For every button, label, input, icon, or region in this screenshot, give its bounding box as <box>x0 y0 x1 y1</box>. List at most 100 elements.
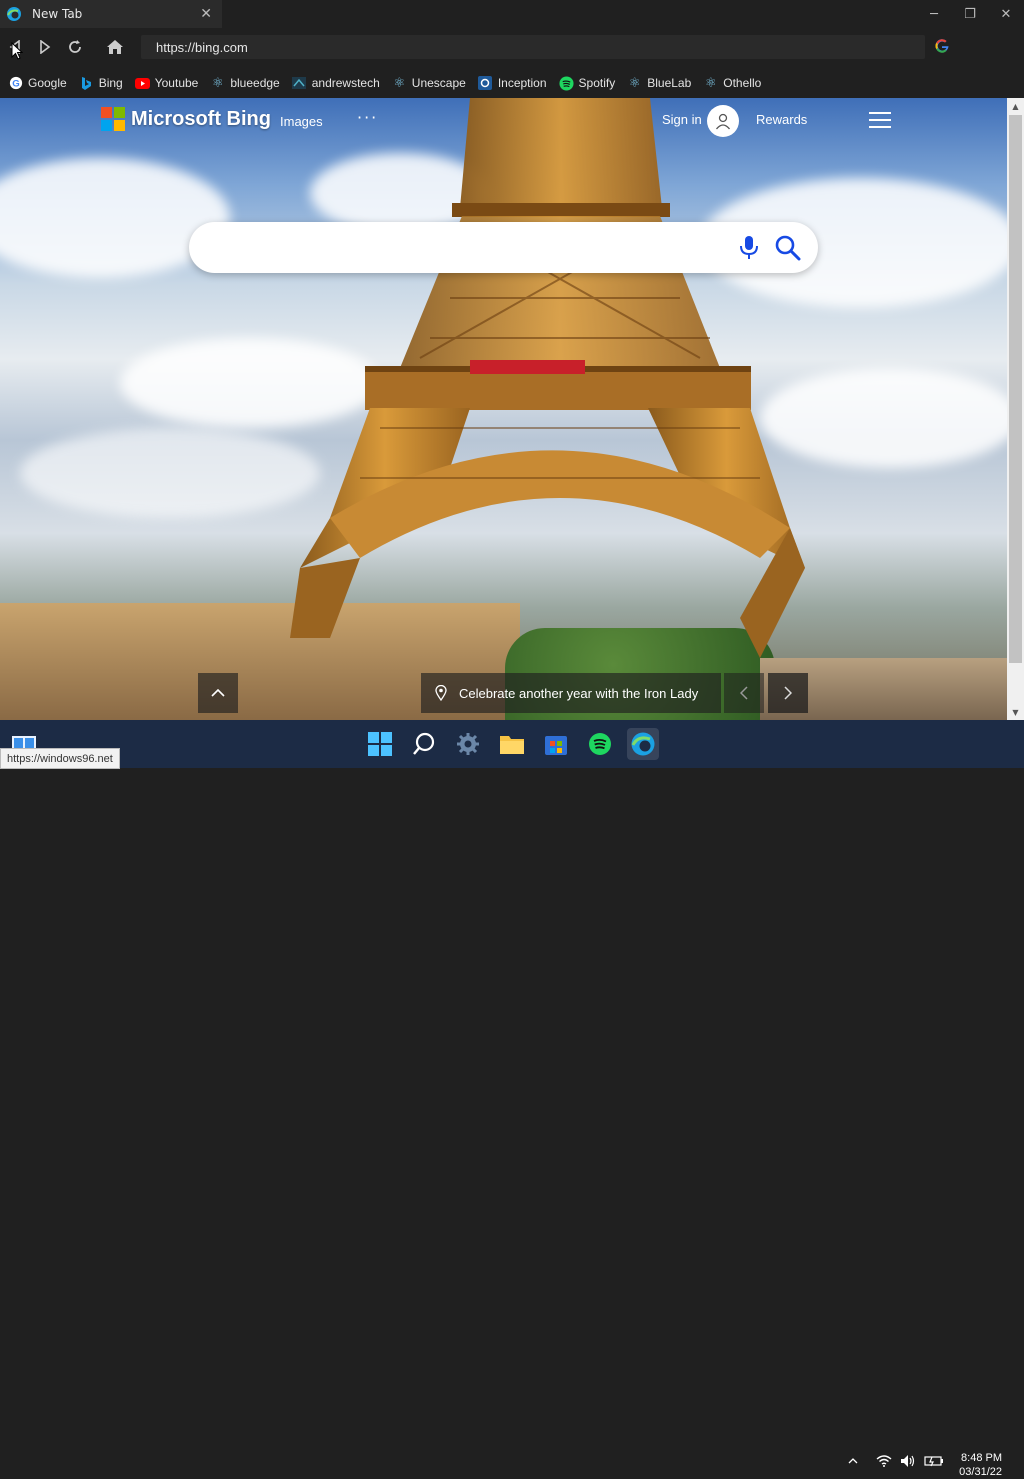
title-bar: New Tab ✕ ─ ❐ ✕ <box>0 0 1024 28</box>
bookmark-unescape[interactable]: ⚛ Unescape <box>392 75 466 91</box>
hamburger-line <box>869 112 891 114</box>
rewards-link[interactable]: Rewards <box>756 112 807 127</box>
scroll-up-button[interactable] <box>198 673 238 713</box>
caption-text: Celebrate another year with the Iron Lad… <box>459 685 699 701</box>
system-clock[interactable]: 8:48 PM 03/31/22 <box>958 1451 1002 1479</box>
react-icon: ⚛ <box>704 75 717 90</box>
image-caption[interactable]: Celebrate another year with the Iron Lad… <box>421 673 721 713</box>
bookmark-youtube[interactable]: Youtube <box>134 76 198 91</box>
bing-icon <box>79 76 94 91</box>
settings-taskbar-button[interactable] <box>452 728 484 760</box>
tab-new-tab[interactable]: New Tab ✕ <box>0 0 222 28</box>
microsoft-logo-icon <box>101 107 125 131</box>
edge-icon <box>7 7 21 21</box>
folder-icon <box>500 736 524 754</box>
bookmark-label: blueedge <box>230 76 280 90</box>
bookmark-label: Unescape <box>411 76 466 90</box>
hamburger-line <box>869 119 891 121</box>
google-icon: G <box>8 76 23 91</box>
home-button[interactable] <box>104 36 126 58</box>
close-window-button[interactable]: ✕ <box>988 0 1024 28</box>
hamburger-line <box>869 126 891 128</box>
bookmark-label: Google <box>28 76 67 90</box>
bookmark-andrewstech[interactable]: andrewstech <box>292 76 380 91</box>
store-icon <box>545 736 567 755</box>
bookmark-bluelab[interactable]: ⚛ BlueLab <box>627 75 692 91</box>
start-button[interactable] <box>364 728 396 760</box>
maximize-button[interactable]: ❐ <box>952 0 988 28</box>
edge-icon <box>631 732 655 756</box>
next-image-button[interactable] <box>768 673 808 713</box>
bookmark-google[interactable]: G Google <box>8 76 67 91</box>
microsoft-store-button[interactable] <box>540 728 572 760</box>
bookmark-spotify[interactable]: Spotify <box>559 75 616 91</box>
google-extension-icon[interactable] <box>934 38 950 54</box>
spotify-icon <box>589 733 611 755</box>
bookmark-label: BlueLab <box>647 76 692 90</box>
mouse-cursor-icon <box>11 42 23 60</box>
react-icon: ⚛ <box>628 75 641 90</box>
forward-button[interactable] <box>34 36 56 58</box>
logo-text: Microsoft Bing <box>131 107 271 130</box>
volume-icon[interactable] <box>900 1454 916 1468</box>
bookmark-blueedge[interactable]: ⚛ blueedge <box>210 75 280 91</box>
search-icon[interactable] <box>775 235 801 261</box>
previous-image-button[interactable] <box>724 673 764 713</box>
spotify-taskbar-button[interactable] <box>584 728 616 760</box>
bookmarks-bar: G Google Bing Youtube ⚛ blueedge andrews… <box>0 70 1024 96</box>
clock-date: 03/31/22 <box>959 1466 1002 1478</box>
reload-button[interactable] <box>64 36 86 58</box>
andrewstech-icon <box>292 76 307 91</box>
battery-icon[interactable] <box>924 1455 944 1467</box>
react-icon: ⚛ <box>393 75 406 90</box>
windows-start-icon <box>368 732 392 756</box>
avatar[interactable] <box>707 105 739 137</box>
more-menu-button[interactable]: ··· <box>357 108 378 127</box>
minimize-button[interactable]: ─ <box>916 0 952 28</box>
search-input[interactable] <box>211 222 735 275</box>
spotify-icon <box>559 75 574 91</box>
bookmark-label: Othello <box>723 76 762 90</box>
bookmark-label: Bing <box>98 76 123 90</box>
bookmark-inception[interactable]: Inception <box>478 76 547 91</box>
chevron-up-icon <box>211 689 225 697</box>
tab-close-icon[interactable]: ✕ <box>200 7 212 21</box>
clock-time: 8:48 PM <box>961 1452 1002 1464</box>
sign-in-link[interactable]: Sign in <box>662 112 702 127</box>
scrollbar-thumb[interactable] <box>1009 115 1022 663</box>
scrollbar-down-arrow[interactable]: ▼ <box>1007 704 1024 720</box>
bookmark-othello[interactable]: ⚛ Othello <box>703 75 762 91</box>
chevron-right-icon <box>784 686 792 700</box>
youtube-icon <box>134 76 150 91</box>
gear-icon <box>457 733 479 755</box>
vertical-scrollbar[interactable]: ▲ ▼ <box>1007 98 1024 720</box>
bookmark-bing[interactable]: Bing <box>79 76 123 91</box>
user-icon <box>715 113 731 130</box>
search-icon <box>413 732 435 755</box>
system-tray <box>848 1454 952 1468</box>
address-bar[interactable] <box>141 35 925 59</box>
location-pin-icon <box>435 685 447 701</box>
url-input[interactable] <box>141 35 916 59</box>
reload-icon <box>69 40 81 53</box>
images-link[interactable]: Images <box>280 114 323 129</box>
chevron-left-icon <box>740 686 748 700</box>
forward-icon <box>40 40 51 54</box>
edge-taskbar-button[interactable] <box>627 728 659 760</box>
hamburger-menu-button[interactable] <box>869 112 891 128</box>
chevron-up-icon[interactable] <box>848 1458 858 1464</box>
bookmark-label: andrewstech <box>311 76 380 90</box>
eiffel-tower-image <box>290 98 805 658</box>
microsoft-bing-logo[interactable]: Microsoft Bing <box>101 107 271 131</box>
svg-text:G: G <box>12 79 19 90</box>
scrollbar-up-arrow[interactable]: ▲ <box>1007 98 1024 114</box>
bookmark-label: Inception <box>497 76 547 90</box>
search-taskbar-button[interactable] <box>408 728 440 760</box>
file-explorer-button[interactable] <box>496 728 528 760</box>
wifi-icon[interactable] <box>876 1455 892 1467</box>
search-box[interactable] <box>189 222 818 275</box>
navigation-bar <box>0 28 1024 66</box>
microphone-icon[interactable] <box>738 235 760 261</box>
inception-icon <box>478 76 493 91</box>
bookmark-label: Spotify <box>578 76 616 90</box>
